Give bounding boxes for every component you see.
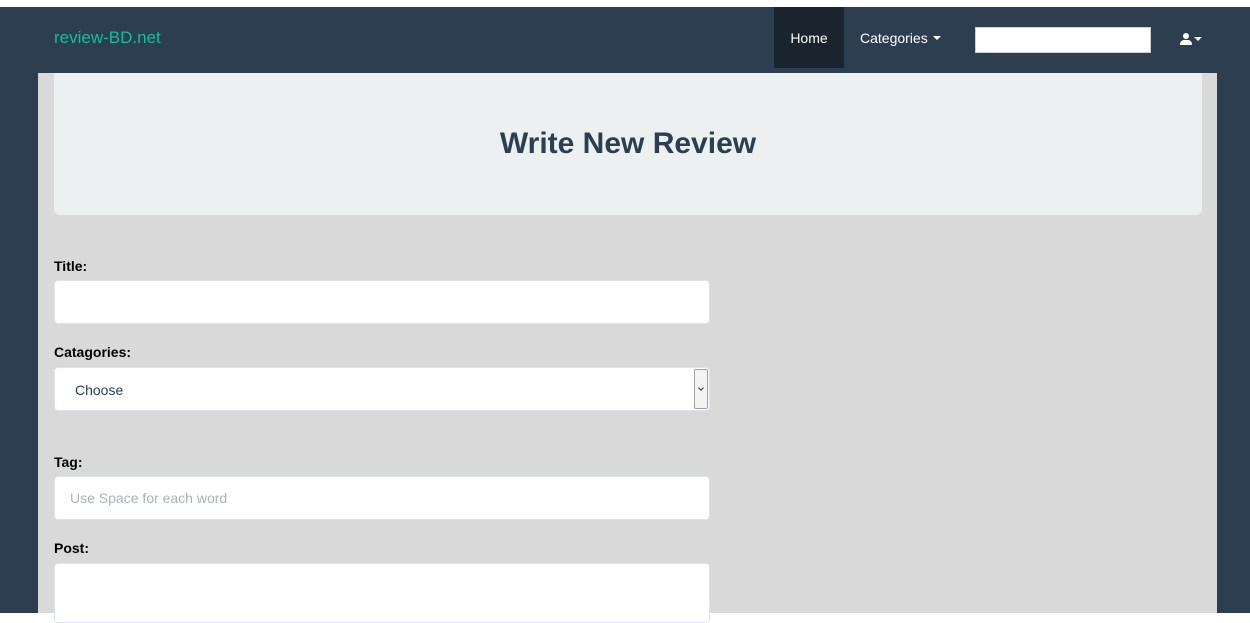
title-input[interactable]: [54, 280, 710, 324]
post-label: Post:: [54, 540, 89, 556]
page-header-panel: Write New Review: [54, 73, 1202, 215]
tag-input[interactable]: [54, 476, 710, 520]
nav-categories-label: Categories: [860, 29, 928, 46]
categories-selected-value: Choose: [75, 382, 124, 398]
user-icon: [1180, 33, 1192, 45]
tag-label: Tag:: [54, 454, 83, 470]
caret-down-icon: [1194, 37, 1202, 41]
brand-link[interactable]: review-BD.net: [54, 27, 161, 49]
nav-home[interactable]: Home: [774, 7, 844, 68]
app-frame: review-BD.net Home Categories Write New …: [0, 7, 1250, 623]
categories-select[interactable]: Choose: [54, 367, 710, 411]
chevron-down-icon: [698, 385, 704, 391]
page-title: Write New Review: [499, 127, 757, 160]
title-label: Title:: [54, 258, 88, 274]
categories-label: Catagories:: [54, 344, 132, 360]
search-input[interactable]: [975, 27, 1151, 53]
select-arrow-button[interactable]: [694, 369, 708, 409]
nav-categories-dropdown[interactable]: Categories: [860, 7, 941, 68]
user-menu-dropdown[interactable]: [1180, 31, 1202, 47]
nav-home-label: Home: [790, 29, 828, 46]
main-content: Write New Review Title: Catagories: Choo…: [38, 73, 1217, 623]
caret-down-icon: [932, 35, 941, 40]
navbar: review-BD.net Home Categories: [0, 7, 1250, 68]
post-textarea[interactable]: [54, 563, 710, 623]
